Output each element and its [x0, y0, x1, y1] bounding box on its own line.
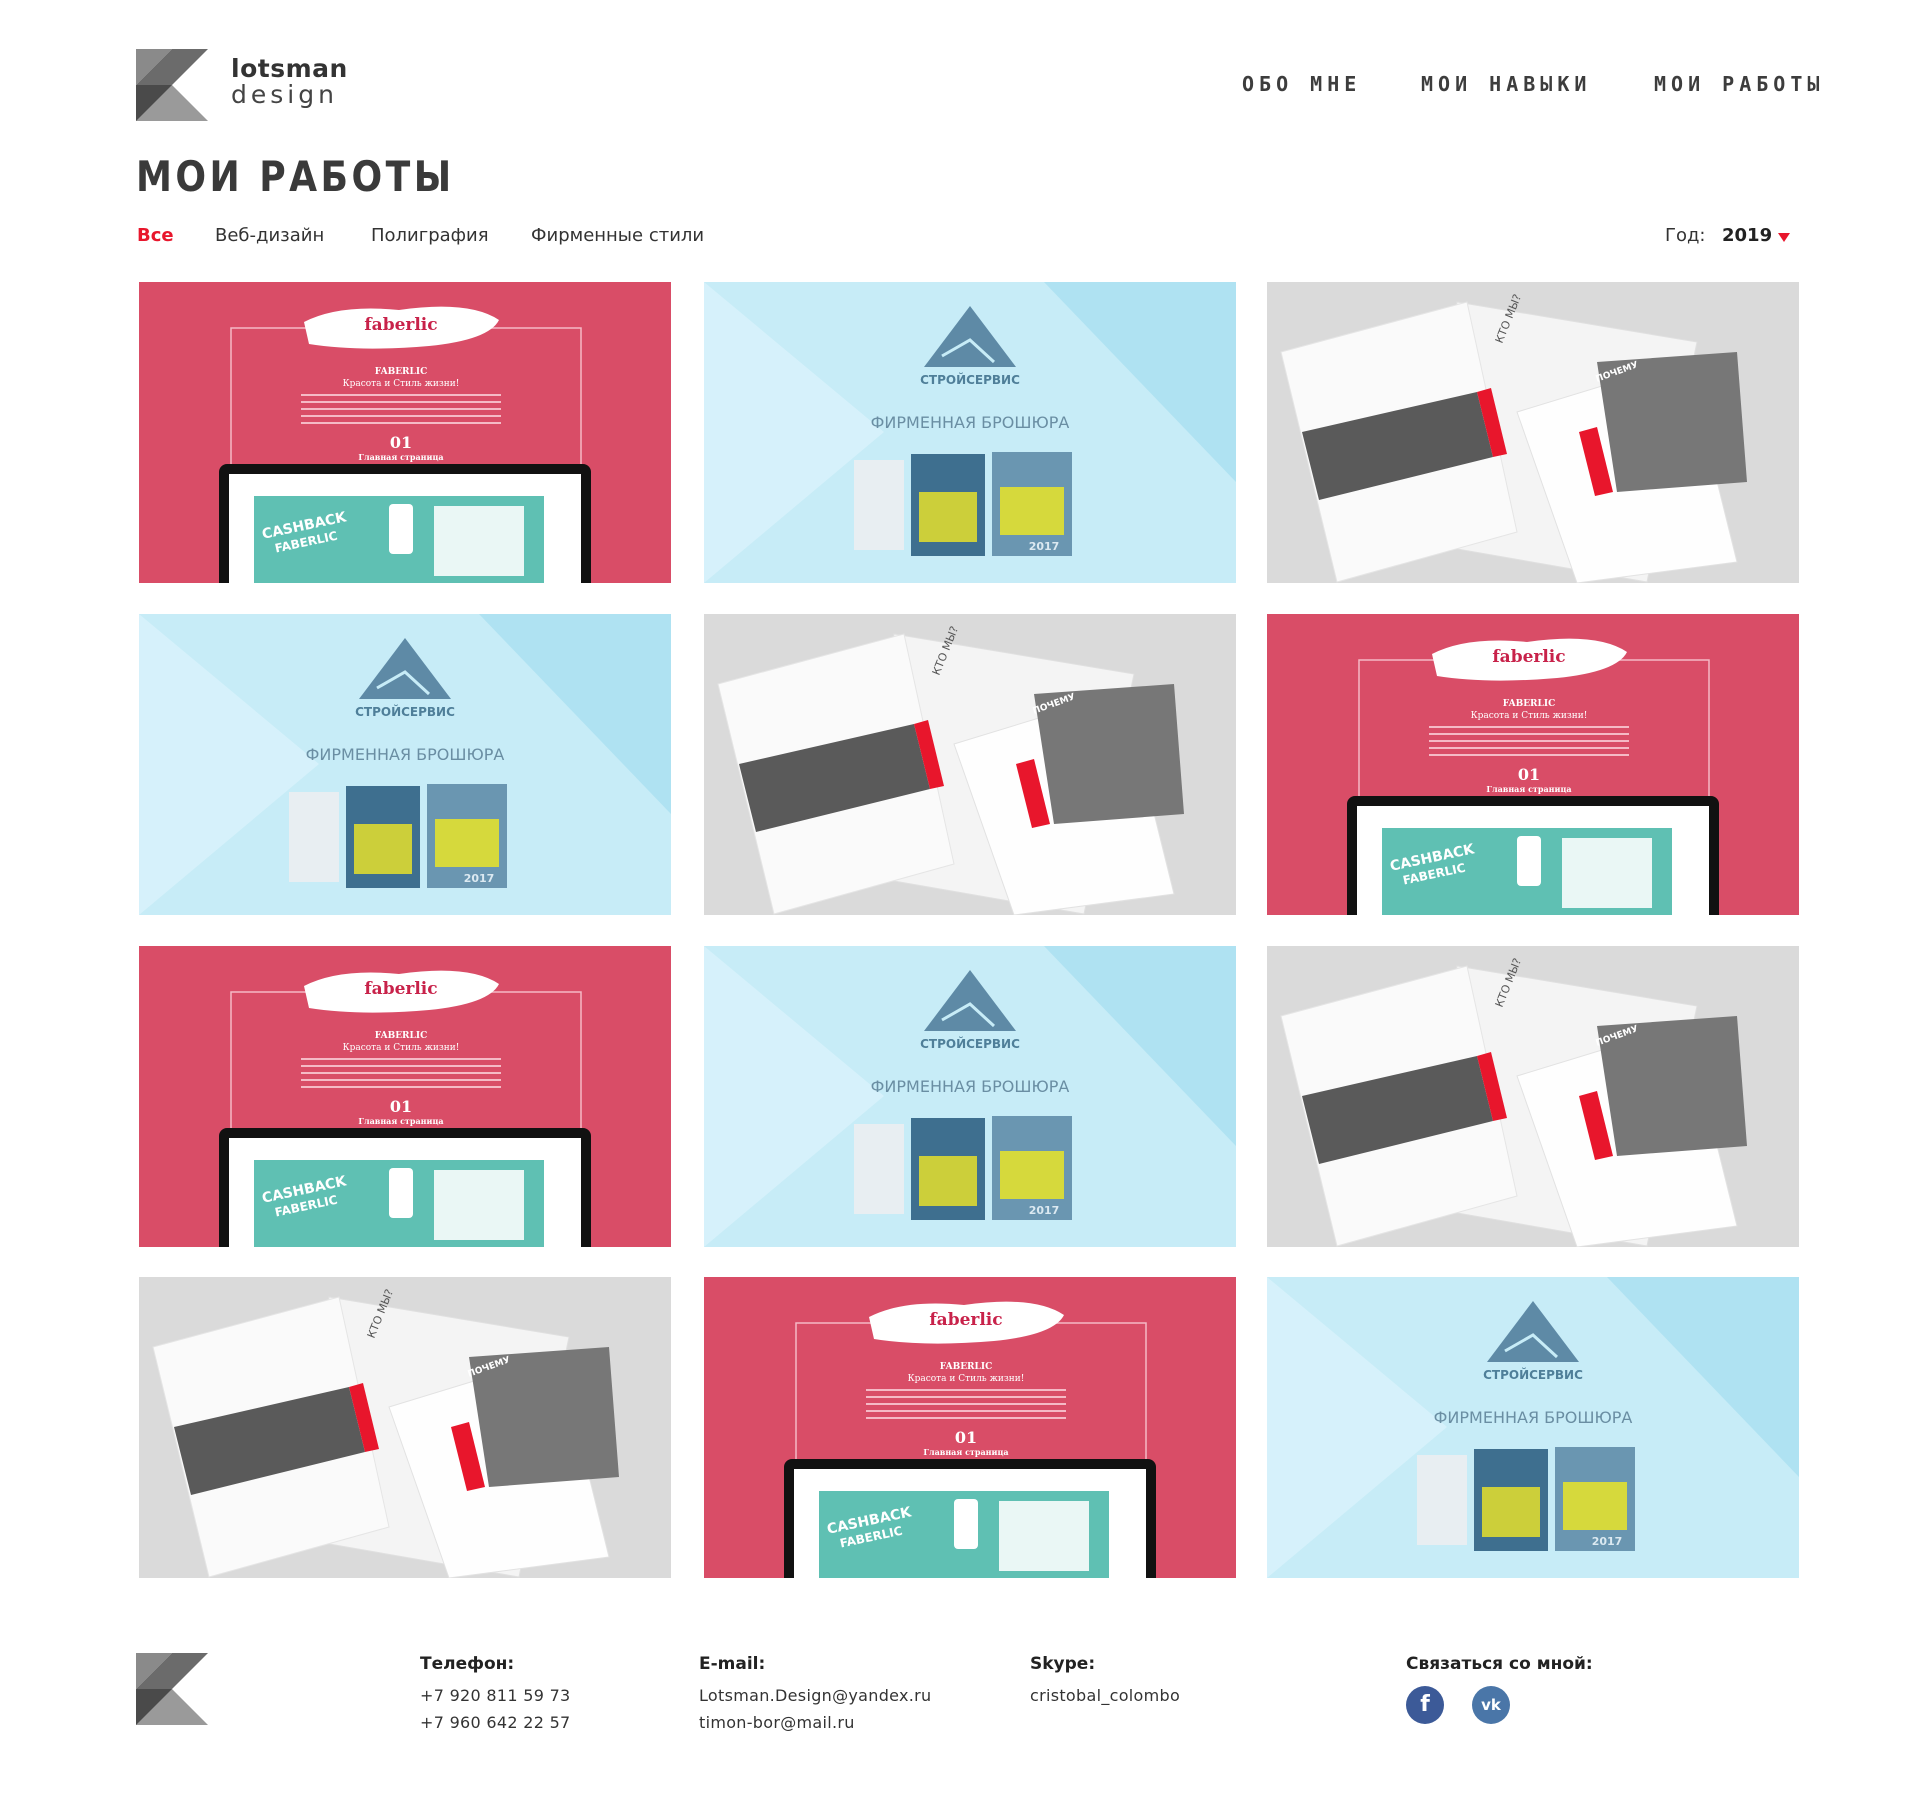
card-caption: Главная страница — [1486, 784, 1571, 794]
year-label: Год: — [1665, 225, 1706, 246]
contact-label: Связаться со мной: — [1406, 1654, 1593, 1674]
phone-label: Телефон: — [420, 1654, 515, 1674]
card-tagline: Красота и Стиль жизни! — [908, 1374, 1025, 1384]
card-caption: ФИРМЕННАЯ БРОШЮРА — [871, 413, 1070, 432]
work-thumbnail: КТО МЫ?ПОЧЕМУ — [139, 1277, 671, 1578]
footer-phone: Телефон: +7 920 811 59 73 +7 960 642 22 … — [420, 1654, 571, 1736]
footer-logo-mark[interactable] — [136, 1653, 208, 1725]
filter-web-design[interactable]: Веб-дизайн — [215, 225, 324, 246]
work-card-brochure[interactable]: КТО МЫ? ПОЧЕМУ — [704, 614, 1236, 915]
card-heading: FABERLIC — [375, 1031, 428, 1041]
page-title: МОИ РАБОТЫ — [136, 152, 455, 201]
work-card-faberlic[interactable]: faberlic FABERLIC Красота и Стиль жизни! 01… — [1267, 614, 1799, 915]
stroy-brand: СТРОЙСЕРВИС — [355, 704, 455, 719]
work-card-stroy[interactable]: СТРОЙСЕРВИС ФИРМЕННАЯ БРОШЮРА 2017 — [1267, 1277, 1799, 1578]
card-caption: ФИРМЕННАЯ БРОШЮРА — [871, 1077, 1070, 1096]
work-card-brochure[interactable]: КТО МЫ? ПОЧЕМУ — [139, 1277, 671, 1578]
work-card-stroy[interactable]: СТРОЙСЕРВИС ФИРМЕННАЯ БРОШЮРА 2017 — [704, 946, 1236, 1247]
card-caption: Главная страница — [358, 452, 443, 462]
skype-handle[interactable]: cristobal_colombo — [1030, 1682, 1180, 1709]
year-select[interactable]: 2019 — [1722, 222, 1790, 250]
card-heading: FABERLIC — [1503, 699, 1556, 709]
work-card-faberlic[interactable]: faberlic FABERLIC Красота и Стиль жизни! 01… — [139, 946, 671, 1247]
main-nav: ОБО МНЕ МОИ НАВЫКИ МОИ РАБОТЫ — [0, 72, 1920, 96]
work-thumbnail: faberlic FABERLIC Красота и Стиль жизни! 01… — [139, 946, 671, 1247]
card-year: 2017 — [1592, 1535, 1623, 1548]
card-caption: Главная страница — [923, 1447, 1008, 1457]
work-card-faberlic[interactable]: faberlic FABERLIC Красота и Стиль жизни! 01… — [704, 1277, 1236, 1578]
phone-1[interactable]: +7 920 811 59 73 — [420, 1682, 571, 1709]
card-tagline: Красота и Стиль жизни! — [1471, 711, 1588, 721]
work-thumbnail: КТО МЫ?ПОЧЕМУ — [1267, 282, 1799, 583]
stroy-brand: СТРОЙСЕРВИС — [1483, 1367, 1583, 1382]
work-thumbnail: СТРОЙСЕРВИС ФИРМЕННАЯ БРОШЮРА 2017 — [139, 614, 671, 915]
vk-icon[interactable]: vk — [1472, 1686, 1510, 1724]
faberlic-logo: faberlic — [364, 315, 437, 335]
filter-all[interactable]: Все — [137, 225, 174, 246]
faberlic-logo: faberlic — [929, 1310, 1002, 1330]
faberlic-logo: faberlic — [1492, 647, 1565, 667]
chevron-down-icon — [1778, 233, 1790, 242]
footer-contact: Связаться со мной: — [1406, 1654, 1593, 1682]
work-card-brochure[interactable]: КТО МЫ? ПОЧЕМУ — [1267, 282, 1799, 583]
work-thumbnail: КТО МЫ?ПОЧЕМУ — [1267, 946, 1799, 1247]
email-label: E-mail: — [699, 1654, 766, 1674]
work-thumbnail: faberlic FABERLIC Красота и Стиль жизни! 01… — [1267, 614, 1799, 915]
work-card-stroy[interactable]: СТРОЙСЕРВИС ФИРМЕННАЯ БРОШЮРА 2017 — [139, 614, 671, 915]
nav-works[interactable]: МОИ РАБОТЫ — [1654, 72, 1824, 96]
work-thumbnail: СТРОЙСЕРВИС ФИРМЕННАЯ БРОШЮРА 2017 — [704, 946, 1236, 1247]
footer-email: E-mail: Lotsman.Design@yandex.ru timon-b… — [699, 1654, 932, 1736]
card-caption: ФИРМЕННАЯ БРОШЮРА — [1434, 1408, 1633, 1427]
card-year: 2017 — [464, 872, 495, 885]
nav-about[interactable]: ОБО МНЕ — [1242, 72, 1361, 96]
year-value: 2019 — [1722, 225, 1773, 246]
card-number: 01 — [390, 1097, 412, 1116]
phone-2[interactable]: +7 960 642 22 57 — [420, 1709, 571, 1736]
card-number: 01 — [955, 1428, 977, 1447]
work-card-faberlic[interactable]: faberlic FABERLIC Красота и Стиль жизни! 01… — [139, 282, 671, 583]
card-number: 01 — [390, 433, 412, 452]
filter-print[interactable]: Полиграфия — [371, 225, 489, 246]
footer-skype: Skype: cristobal_colombo — [1030, 1654, 1180, 1709]
skype-label: Skype: — [1030, 1654, 1096, 1674]
stroy-brand: СТРОЙСЕРВИС — [920, 1036, 1020, 1051]
work-thumbnail: СТРОЙСЕРВИС ФИРМЕННАЯ БРОШЮРА 2017 — [704, 282, 1236, 583]
work-card-brochure[interactable]: КТО МЫ? ПОЧЕМУ — [1267, 946, 1799, 1247]
work-thumbnail: СТРОЙСЕРВИС ФИРМЕННАЯ БРОШЮРА 2017 — [1267, 1277, 1799, 1578]
filter-brand-identity[interactable]: Фирменные стили — [531, 225, 704, 246]
work-thumbnail: КТО МЫ?ПОЧЕМУ — [704, 614, 1236, 915]
stroy-brand: СТРОЙСЕРВИС — [920, 372, 1020, 387]
facebook-icon[interactable]: f — [1406, 1686, 1444, 1724]
card-heading: FABERLIC — [375, 367, 428, 377]
work-card-stroy[interactable]: СТРОЙСЕРВИС ФИРМЕННАЯ БРОШЮРА 2017 — [704, 282, 1236, 583]
email-2[interactable]: timon-bor@mail.ru — [699, 1709, 932, 1736]
nav-skills[interactable]: МОИ НАВЫКИ — [1421, 72, 1591, 96]
card-tagline: Красота и Стиль жизни! — [343, 1043, 460, 1053]
card-caption: Главная страница — [358, 1116, 443, 1126]
work-thumbnail: faberlic FABERLIC Красота и Стиль жизни! 01… — [704, 1277, 1236, 1578]
email-1[interactable]: Lotsman.Design@yandex.ru — [699, 1682, 932, 1709]
category-filters: Все Веб-дизайн Полиграфия Фирменные стил… — [0, 225, 1200, 249]
card-year: 2017 — [1029, 1204, 1060, 1217]
card-number: 01 — [1518, 765, 1540, 784]
card-heading: FABERLIC — [940, 1362, 993, 1372]
work-thumbnail: faberlic FABERLIC Красота и Стиль жизни! 01… — [139, 282, 671, 583]
faberlic-logo: faberlic — [364, 979, 437, 999]
card-year: 2017 — [1029, 540, 1060, 553]
card-caption: ФИРМЕННАЯ БРОШЮРА — [306, 745, 505, 764]
card-tagline: Красота и Стиль жизни! — [343, 379, 460, 389]
